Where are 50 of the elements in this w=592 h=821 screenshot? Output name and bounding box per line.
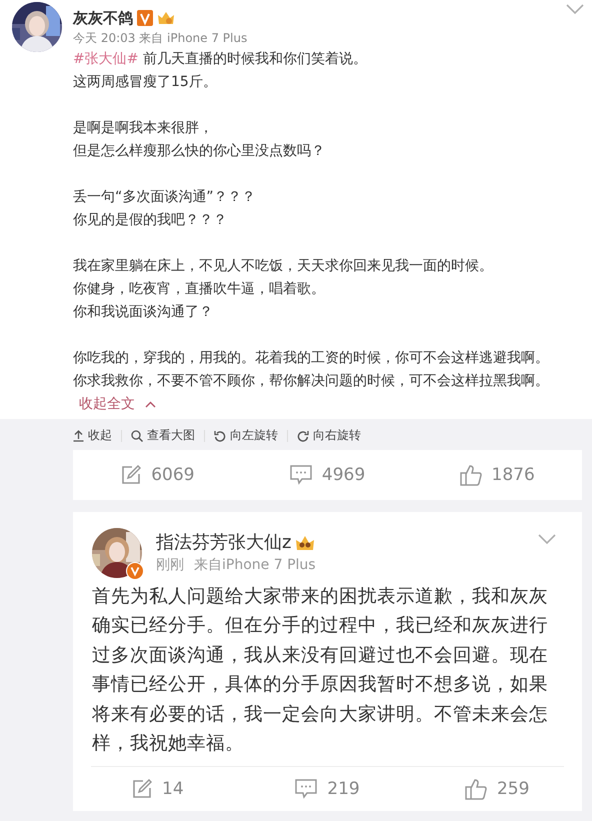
thumbs-up-icon: [460, 464, 482, 486]
crown-icon: [157, 10, 175, 26]
post-text: 将来有必要的话，我一定会向大家讲明。不管未来会怎: [92, 702, 549, 727]
thumbs-up-icon: [464, 778, 487, 800]
post-meta: 今天 20:03 来自 iPhone 7 Plus: [73, 30, 248, 47]
post-text: 是啊是啊我本来很胖，: [73, 119, 214, 138]
post-text: 我在家里躺在床上，不见人不吃饭，天天求你回来见我一面的时候。: [73, 257, 494, 276]
post-text: #张大仙# 前几天直播的时候我和你们笑着说。: [73, 50, 368, 69]
post-text: 你健身，吃夜宵，直播吹牛逼，唱着歌。: [73, 280, 326, 299]
edit-icon: [132, 779, 152, 800]
comment-button[interactable]: 219: [242, 767, 412, 812]
crown-icon: [295, 534, 316, 552]
search-icon: [131, 430, 143, 442]
edit-icon: [121, 465, 142, 485]
post-text: 事情已经公开，具体的分手原因我暂时不想多说，如果: [92, 673, 549, 698]
verified-icon: [137, 10, 153, 26]
collapse-link[interactable]: 收起全文: [79, 393, 135, 415]
toolbar-button[interactable]: 向左旋转: [214, 427, 278, 444]
repost-button[interactable]: 14: [73, 767, 243, 812]
verified-icon: [126, 562, 144, 580]
upload-icon: [73, 430, 84, 442]
post-text: 你见的是假的我吧？？？: [73, 211, 228, 230]
rotate-right-icon: [297, 430, 309, 442]
toolbar-button[interactable]: 查看大图: [131, 427, 195, 444]
post-text: 你和我说面谈沟通了？: [73, 303, 214, 322]
post-text: 样，我祝她幸福。: [92, 732, 245, 756]
like-button[interactable]: 1876: [412, 450, 582, 500]
post-text: 你求我救你，不要不管不顾你，帮你解决问题的时候，可不会这样拉黑我啊。: [73, 372, 550, 391]
comment-button[interactable]: 4969: [242, 450, 412, 500]
username[interactable]: 指法芬芳张大仙z: [156, 531, 292, 555]
post-text: 这两周感冒瘦了15斤。: [73, 73, 218, 92]
toolbar-button[interactable]: 收起: [73, 427, 112, 444]
post-source: 来自iPhone 7 Plus: [194, 556, 316, 575]
post-time: 刚刚: [156, 556, 184, 575]
post-text: 确实已经分手。但在分手的过程中，我已经和灰灰进行: [92, 614, 549, 638]
comment-icon: [290, 465, 312, 485]
post-text: 丢一句“多次面谈沟通”？？？: [73, 188, 257, 207]
post-text: 过多次面谈沟通，我从来没有回避过也不会回避。现在: [92, 644, 549, 668]
like-button[interactable]: 259: [412, 767, 582, 812]
repost-button[interactable]: 6069: [73, 450, 243, 500]
post-text: 首先为私人问题给大家带来的困扰表示道歉，我和灰灰: [92, 585, 549, 609]
chevron-down-icon[interactable]: [538, 534, 556, 544]
caret-up-icon: [145, 400, 156, 408]
comment-icon: [295, 779, 318, 800]
toolbar-button[interactable]: 向右旋转: [297, 427, 361, 444]
post-text: 但是怎么样瘦那么快的你心里没点数吗？: [73, 142, 326, 161]
chevron-down-icon[interactable]: [566, 4, 584, 14]
username[interactable]: 灰灰不鸽: [73, 8, 133, 28]
post-text: 你吃我的，穿我的，用我的。花着我的工资的时候，你可不会这样逃避我啊。: [73, 349, 550, 368]
rotate-left-icon: [214, 430, 226, 442]
